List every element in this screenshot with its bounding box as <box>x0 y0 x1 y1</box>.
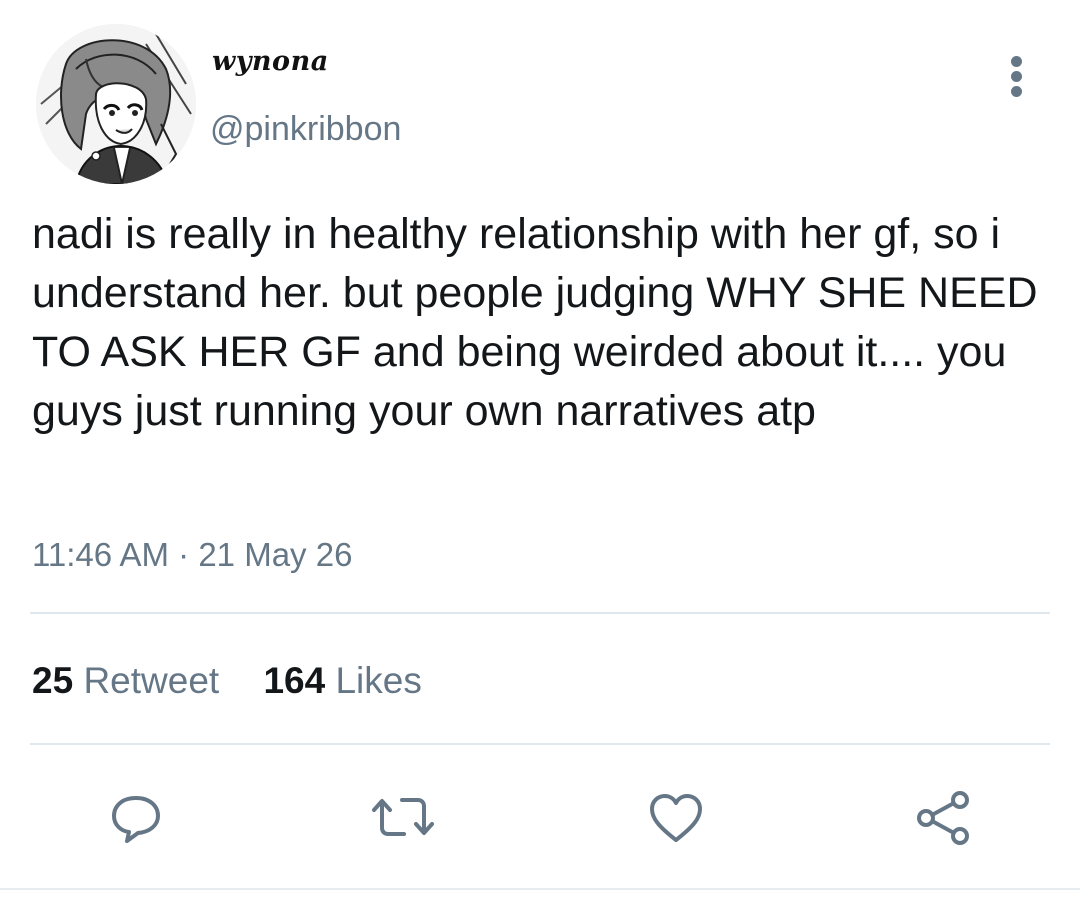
divider <box>30 612 1050 614</box>
like-button[interactable] <box>646 788 706 848</box>
bottom-divider <box>0 888 1080 890</box>
author-handle[interactable]: @pinkribbon <box>210 110 401 149</box>
more-dot-icon <box>1011 86 1022 97</box>
retweet-stat-label: Retweet <box>83 660 220 701</box>
more-options-button[interactable] <box>998 50 1038 102</box>
share-button[interactable] <box>914 788 974 848</box>
tweet-date: 21 May 26 <box>198 536 353 573</box>
divider <box>30 743 1050 745</box>
tweet-text: nadi is really in healthy relationship w… <box>32 210 1038 435</box>
tweet-detail: wynona @pinkribbon nadi is really in hea… <box>0 0 1080 909</box>
like-stat[interactable]: 164 Likes <box>263 660 421 702</box>
engagement-stats: 25 Retweet 164 Likes <box>32 660 422 702</box>
reply-button[interactable] <box>106 788 166 848</box>
avatar-image <box>36 24 196 184</box>
retweet-button[interactable] <box>368 788 434 848</box>
more-dot-icon <box>1011 56 1022 67</box>
heart-icon <box>650 794 702 842</box>
author-display-name[interactable]: wynona <box>212 46 329 77</box>
like-count: 164 <box>263 660 326 701</box>
speech-bubble-icon <box>112 796 160 843</box>
share-nodes-icon <box>917 791 969 845</box>
like-stat-label: Likes <box>335 660 422 701</box>
retweet-arrows-icon <box>372 798 434 836</box>
tweet-time: 11:46 AM <box>32 536 169 573</box>
timestamp-separator: · <box>178 536 190 573</box>
more-dot-icon <box>1011 71 1022 82</box>
retweet-count: 25 <box>32 660 74 701</box>
avatar[interactable] <box>36 24 196 184</box>
retweet-stat[interactable]: 25 Retweet <box>32 660 219 702</box>
tweet-timestamp[interactable]: 11:46 AM · 21 May 26 <box>32 536 352 574</box>
